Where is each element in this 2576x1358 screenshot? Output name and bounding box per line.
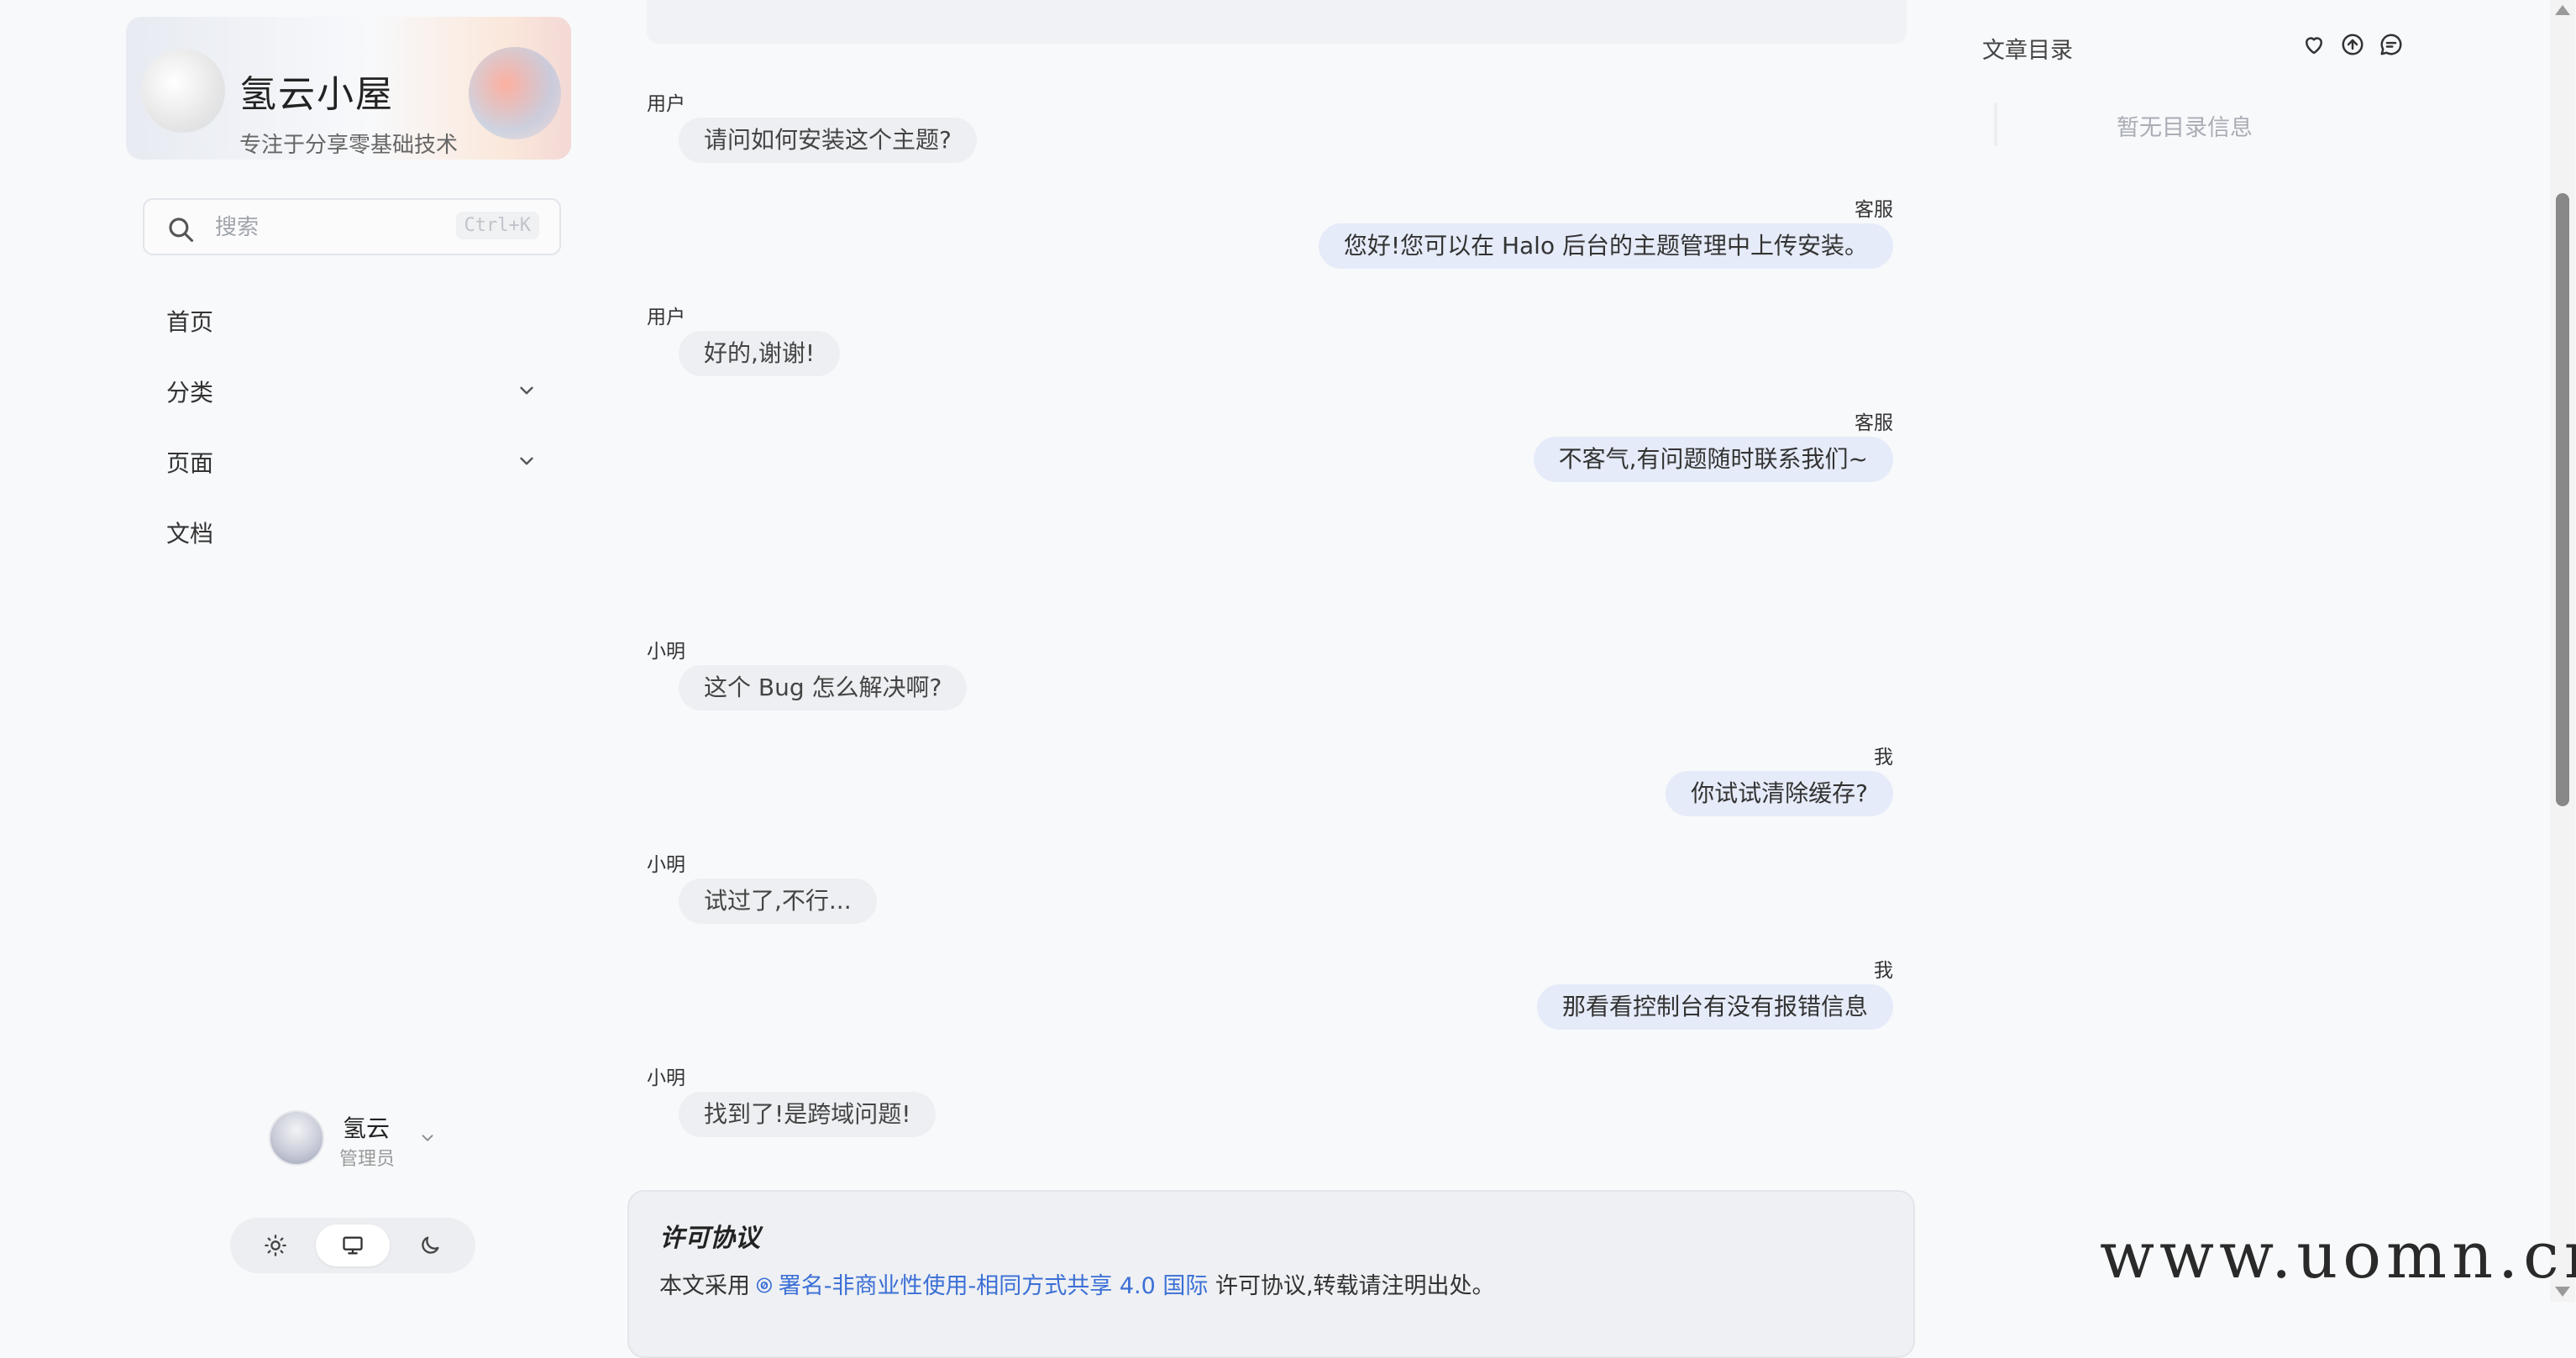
scrollbar-thumb[interactable]	[2556, 193, 2569, 806]
chat-bubble-left: 试过了,不行...	[679, 878, 877, 924]
chat-bubble-left: 这个 Bug 怎么解决啊?	[679, 665, 968, 710]
chevron-down-icon[interactable]	[516, 380, 538, 401]
theme-light-button[interactable]	[239, 1224, 312, 1266]
search-input[interactable]	[213, 210, 469, 245]
site-logo	[141, 49, 225, 133]
cc-icon: 🄍	[757, 1273, 779, 1299]
watermark: www.uomn.cn	[2100, 1218, 2576, 1292]
nav-item-home[interactable]: 首页	[143, 286, 554, 356]
nav-item-label: 分类	[166, 379, 214, 406]
monitor-icon	[343, 1236, 363, 1255]
sun-icon	[265, 1235, 286, 1256]
chat-bubble-left: 好的,谢谢!	[679, 331, 841, 376]
page-scrollbar[interactable]	[2550, 0, 2575, 1302]
chat-bubble-right: 不客气,有问题随时联系我们~	[1533, 437, 1893, 482]
toc-title: 文章目录	[1982, 38, 2073, 64]
site-title[interactable]: 氢云小屋	[239, 64, 394, 118]
nav-item-pages[interactable]: 页面	[143, 427, 554, 497]
moon-icon	[422, 1236, 439, 1254]
chevron-down-icon[interactable]	[516, 450, 538, 472]
message-sender: 小明	[647, 1067, 685, 1089]
user-profile[interactable]: 氢云 管理员	[269, 1107, 454, 1174]
toc-empty-message: 暂无目录信息	[2117, 115, 2253, 141]
site-subtitle: 专注于分享零基础技术	[239, 133, 459, 158]
comment-button[interactable]	[2379, 32, 2404, 57]
message-sender: 客服	[1855, 199, 1893, 221]
nav-item-label: 首页	[166, 308, 214, 336]
chevron-down-icon[interactable]	[418, 1129, 437, 1147]
sidebar: 氢云小屋 专注于分享零基础技术 Ctrl+K 首页 分类 页面 文档 氢云 管理…	[0, 0, 605, 1302]
chat-bubble-left: 找到了!是跨域问题!	[679, 1092, 936, 1137]
scroll-up-icon[interactable]	[2555, 5, 2570, 15]
comment-icon	[2380, 34, 2402, 55]
toc-actions	[2301, 32, 2404, 57]
sidebar-nav: 首页 分类 页面 文档	[143, 286, 554, 568]
theme-system-button[interactable]	[316, 1224, 390, 1266]
scroll-top-button[interactable]	[2340, 32, 2365, 57]
chat-bubble-right: 那看看控制台有没有报错信息	[1536, 984, 1893, 1030]
message-sender: 小明	[647, 641, 685, 663]
previous-content-card	[647, 0, 1907, 44]
avatar[interactable]	[269, 1110, 324, 1166]
banner-decoration	[469, 47, 561, 139]
message-sender: 用户	[647, 307, 685, 328]
message-sender: 用户	[647, 93, 685, 115]
chat-bubble-left: 请问如何安装这个主题?	[679, 118, 977, 163]
license-text: 本文采用 🄍 署名-非商业性使用-相同方式共享 4.0 国际 许可协议,转载请注…	[659, 1267, 1495, 1301]
article-content: 用户 请问如何安装这个主题? 客服 您好!您可以在 Halo 后台的主题管理中上…	[638, 0, 1915, 1302]
license-card: 许可协议 本文采用 🄍 署名-非商业性使用-相同方式共享 4.0 国际 许可协议…	[627, 1190, 1915, 1358]
nav-item-label: 页面	[166, 449, 214, 477]
nav-item-docs[interactable]: 文档	[143, 497, 554, 568]
nav-item-label: 文档	[166, 520, 214, 548]
message-sender: 我	[1874, 747, 1893, 768]
license-link[interactable]: 署名-非商业性使用-相同方式共享 4.0 国际	[779, 1273, 1209, 1299]
brand-banner[interactable]: 氢云小屋 专注于分享零基础技术	[126, 17, 571, 160]
theme-dark-button[interactable]	[393, 1224, 467, 1266]
message-sender: 小明	[647, 854, 685, 876]
nav-item-categories[interactable]: 分类	[143, 356, 554, 427]
message-sender: 客服	[1855, 412, 1893, 434]
license-title: 许可协议	[659, 1224, 760, 1253]
user-role: 管理员	[339, 1149, 396, 1170]
search-shortcut-hint: Ctrl+K	[455, 212, 539, 239]
chat-bubble-right: 你试试清除缓存?	[1666, 771, 1893, 816]
message-sender: 我	[1874, 960, 1893, 982]
license-suffix: 许可协议,转载请注明出处。	[1208, 1273, 1495, 1299]
search-icon	[169, 218, 194, 243]
table-of-contents: 文章目录 暂无目录信息	[1982, 0, 2419, 252]
user-name: 氢云	[343, 1114, 391, 1142]
chat-bubble-right: 您好!您可以在 Halo 后台的主题管理中上传安装。	[1318, 223, 1893, 269]
like-button[interactable]	[2301, 32, 2327, 57]
license-prefix: 本文采用	[659, 1273, 758, 1299]
heart-icon	[2306, 37, 2322, 55]
toc-divider	[1994, 102, 1997, 146]
theme-switcher	[230, 1218, 475, 1273]
arrow-up-circle-icon	[2342, 34, 2364, 55]
search-box[interactable]: Ctrl+K	[143, 198, 561, 255]
